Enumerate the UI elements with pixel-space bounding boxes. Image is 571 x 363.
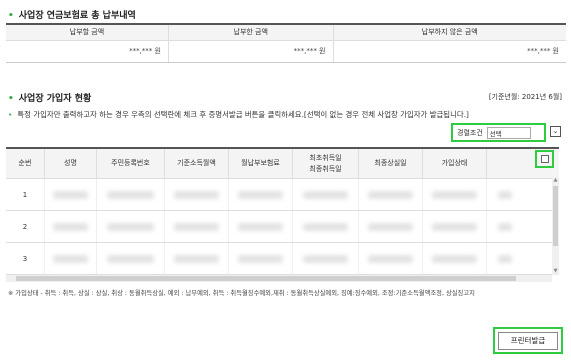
summary-value-due: ***,*** 원 — [6, 40, 169, 63]
row-checkbox[interactable] — [497, 222, 512, 231]
scroll-thumb[interactable] — [553, 186, 558, 246]
row-seq: 2 — [22, 222, 28, 231]
redacted-cell — [107, 254, 154, 263]
redacted-cell — [52, 190, 89, 199]
redacted-cell — [107, 190, 154, 199]
col-header-select — [486, 149, 522, 178]
table-row[interactable]: 2 — [6, 211, 559, 243]
col-header-name: 성명 — [44, 149, 96, 178]
redacted-cell — [52, 254, 89, 263]
filter-condition: 경렬조건 선택 — [451, 123, 546, 142]
redacted-cell — [174, 222, 219, 231]
redacted-cell — [432, 222, 477, 231]
print-button-highlight: 프린터발급 — [493, 327, 563, 354]
row-checkbox[interactable] — [497, 190, 512, 199]
filter-label: 경렬조건 — [457, 128, 483, 137]
redacted-cell — [302, 190, 349, 199]
members-section-title: • 사업장 가입자 현황 — [8, 94, 92, 104]
summary-table: 납부할 금액 납부한 금액 납부하지 않은 금액 ***,*** 원 ***,*… — [6, 23, 566, 63]
checkbox-icon — [540, 155, 549, 163]
row-checkbox[interactable] — [497, 254, 512, 263]
redacted-cell — [107, 222, 154, 231]
redacted-cell — [238, 222, 283, 231]
col-header-monthly-premium: 월납부보험료 — [228, 149, 292, 178]
redacted-cell — [174, 190, 219, 199]
bullet-icon: • — [8, 110, 13, 119]
select-all-checkbox[interactable] — [535, 150, 554, 168]
scroll-thumb[interactable] — [16, 276, 516, 281]
bullet-icon: • — [8, 11, 14, 21]
summary-value-unpaid: ***,*** 원 — [332, 40, 566, 63]
redacted-cell — [368, 190, 413, 199]
col-header-seq: 순번 — [18, 159, 32, 167]
col-header-rrn: 주민등록번호 — [96, 149, 164, 178]
redacted-cell — [52, 222, 89, 231]
standard-date: [기준년월: 2021년 6월] — [488, 93, 562, 101]
dropdown-arrow-icon[interactable]: ⌄ — [550, 126, 561, 137]
redacted-cell — [238, 190, 283, 199]
summary-header-due: 납부할 금액 — [6, 24, 169, 41]
scroll-down-icon[interactable]: ▼ — [552, 268, 559, 275]
vertical-scrollbar[interactable]: ▲ ▼ — [552, 177, 559, 275]
summary-header-paid: 납부한 금액 — [167, 24, 333, 41]
col-header-status: 가입상태 — [422, 149, 486, 178]
col-header-lost-date: 최종상실일 — [358, 149, 422, 178]
summary-header-unpaid: 납부하지 않은 금액 — [332, 24, 566, 41]
print-button[interactable]: 프린터발급 — [498, 331, 558, 350]
table-row[interactable]: 3 — [6, 243, 559, 275]
redacted-cell — [174, 254, 219, 263]
members-table: 순번 성명 주민등록번호 기준소득월액 월납부보험료 최초취득일 최종취득일 최종… — [6, 147, 559, 275]
row-seq: 1 — [22, 190, 28, 199]
redacted-cell — [302, 222, 349, 231]
redacted-cell — [302, 254, 349, 263]
redacted-cell — [368, 222, 413, 231]
redacted-cell — [368, 254, 413, 263]
table-header: 순번 성명 주민등록번호 기준소득월액 월납부보험료 최초취득일 최종취득일 최종… — [6, 149, 559, 179]
redacted-cell — [432, 254, 477, 263]
scroll-up-icon[interactable]: ▲ — [552, 177, 559, 184]
filter-select[interactable]: 선택 — [486, 126, 531, 139]
page: • 사업장 연금보험료 총 납부내역 납부할 금액 납부한 금액 납부하지 않은 … — [0, 0, 571, 363]
summary-section-title: • 사업장 연금보험료 총 납부내역 — [8, 11, 136, 21]
col-header-base-income: 기준소득월액 — [164, 149, 228, 178]
horizontal-scrollbar[interactable] — [6, 275, 552, 282]
status-footnote: ※ 가입상태 - 취득 : 취득, 상실 : 상실, 취상 : 동월취득상실, … — [8, 290, 475, 297]
summary-value-paid: ***,*** 원 — [167, 40, 333, 63]
col-header-acquired-date: 최초취득일 최종취득일 — [292, 149, 358, 178]
redacted-cell — [238, 254, 283, 263]
table-row[interactable]: 1 — [6, 179, 559, 211]
notice-text: • 특정 가입자만 출력하고자 하는 경우 우측의 선택란에 체크 후 증명서발급… — [8, 110, 469, 119]
redacted-cell — [432, 190, 477, 199]
bullet-icon: • — [8, 94, 14, 104]
row-seq: 3 — [22, 254, 28, 263]
